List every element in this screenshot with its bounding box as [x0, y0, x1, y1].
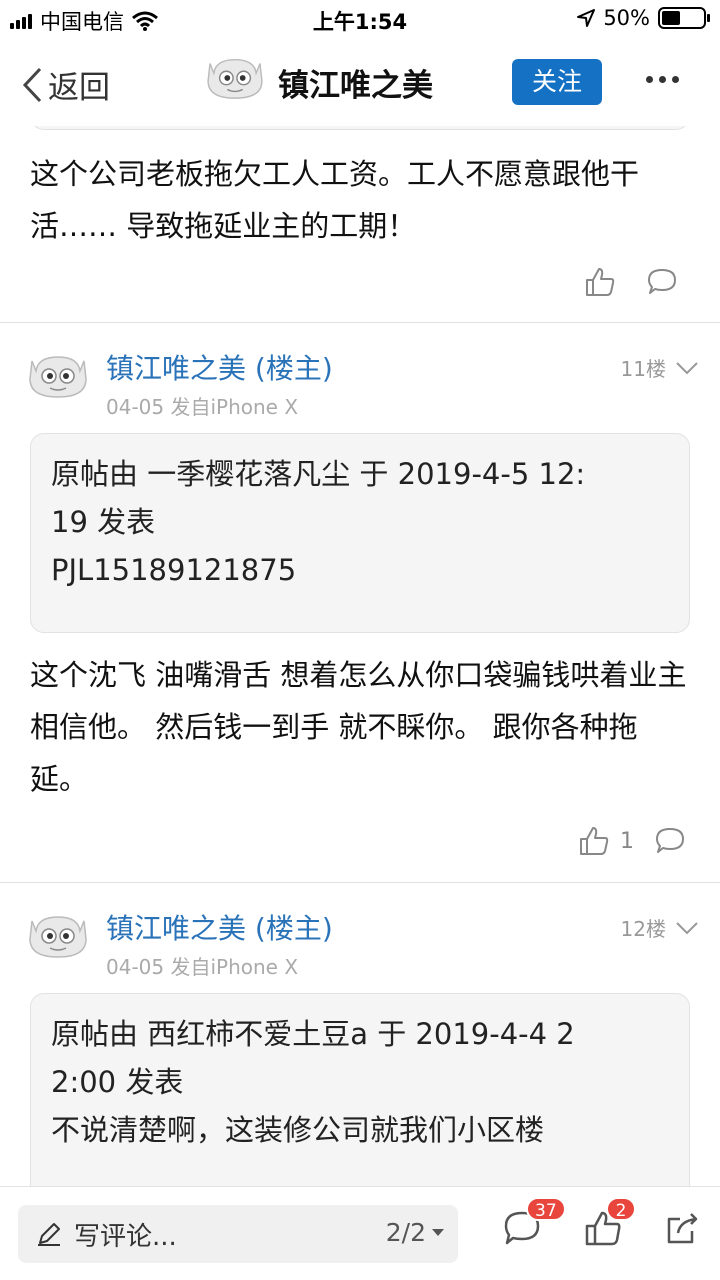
floor-number: 12楼	[620, 917, 666, 941]
page-title: 镇江唯之美	[278, 68, 433, 104]
floor-label[interactable]: 12楼	[621, 913, 698, 942]
like-icon[interactable]	[584, 266, 616, 298]
post-meta: 04-05 发自iPhone X	[106, 395, 299, 419]
status-bar: 中国电信 上午1:54 50%	[0, 0, 720, 40]
quote-line: PJL15189121875	[51, 553, 297, 587]
location-arrow-icon	[577, 9, 596, 27]
chevron-left-icon	[22, 67, 42, 102]
battery-icon	[658, 7, 710, 29]
dropdown-arrow-icon	[432, 1229, 444, 1236]
quote-line: 原帖由 西红柿不爱土豆a 于 2019-4-4 2	[51, 1017, 575, 1051]
quote-box: 原帖由 一季樱花落凡尘 于 2019-4-5 12: 19 发表 PJL1518…	[30, 433, 690, 633]
likes-badge: 2	[606, 1197, 636, 1221]
post-actions: 1	[578, 825, 686, 857]
post-author[interactable]: 镇江唯之美 (楼主)	[106, 907, 333, 947]
quote-line: 19 发表	[51, 505, 156, 539]
post-author[interactable]: 镇江唯之美 (楼主)	[106, 347, 333, 387]
quote-line: 不说清楚啊，这装修公司就我们小区楼	[51, 1113, 545, 1147]
quote-line: 2:00 发表	[51, 1065, 184, 1099]
share-icon[interactable]	[664, 1209, 702, 1247]
comment-input[interactable]: 写评论... 2/2	[18, 1205, 458, 1263]
back-label: 返回	[48, 70, 110, 106]
floor-label[interactable]: 11楼	[621, 353, 698, 382]
more-icon[interactable]	[646, 76, 679, 83]
comment-icon[interactable]	[646, 267, 678, 297]
previous-quote-box	[30, 126, 690, 130]
floor-number: 11楼	[620, 357, 666, 381]
thread-content: 这个公司老板拖欠工人工资。工人不愿意跟他干活…… 导致拖延业主的工期！ 镇江唯之…	[0, 126, 720, 1186]
post-body: 这个沈飞 油嘴滑舌 想着怎么从你口袋骗钱哄着业主相信他。 然后钱一到手 就不睬你…	[30, 658, 687, 796]
battery-percent: 50%	[603, 6, 650, 30]
previous-post-body: 这个公司老板拖欠工人工资。工人不愿意跟他干活…… 导致拖延业主的工期！	[30, 157, 640, 243]
quote-box: 原帖由 西红柿不爱土豆a 于 2019-4-4 2 2:00 发表 不说清楚啊，…	[30, 993, 690, 1186]
author-avatar-icon[interactable]	[28, 909, 88, 961]
nav-bar: 返回 镇江唯之美 关注	[0, 40, 720, 126]
like-count: 1	[620, 828, 634, 854]
post-meta: 04-05 发自iPhone X	[106, 955, 299, 979]
post-floor-11: 镇江唯之美 (楼主) 04-05 发自iPhone X 11楼 原帖由 一季樱花…	[0, 323, 720, 883]
follow-button[interactable]: 关注	[512, 59, 602, 105]
back-button[interactable]: 返回	[20, 62, 110, 107]
previous-post-actions	[584, 266, 678, 298]
like-icon[interactable]	[578, 825, 610, 857]
comment-placeholder: 写评论...	[74, 1222, 177, 1252]
page-indicator[interactable]: 2/2	[386, 1218, 444, 1247]
pencil-icon	[38, 1223, 60, 1246]
forum-avatar-icon[interactable]	[206, 52, 264, 102]
chevron-down-icon	[676, 921, 698, 934]
page-indicator-label: 2/2	[385, 1218, 426, 1247]
battery-level	[662, 11, 680, 25]
post-floor-12: 镇江唯之美 (楼主) 04-05 发自iPhone X 12楼 原帖由 西红柿不…	[0, 883, 720, 1186]
chevron-down-icon	[676, 361, 698, 374]
quote-line: 原帖由 一季樱花落凡尘 于 2019-4-5 12:	[51, 457, 586, 491]
author-avatar-icon[interactable]	[28, 349, 88, 401]
comments-badge: 37	[526, 1197, 566, 1221]
comment-icon[interactable]	[654, 826, 686, 856]
bottom-bar: 写评论... 2/2 37 2	[0, 1186, 720, 1280]
